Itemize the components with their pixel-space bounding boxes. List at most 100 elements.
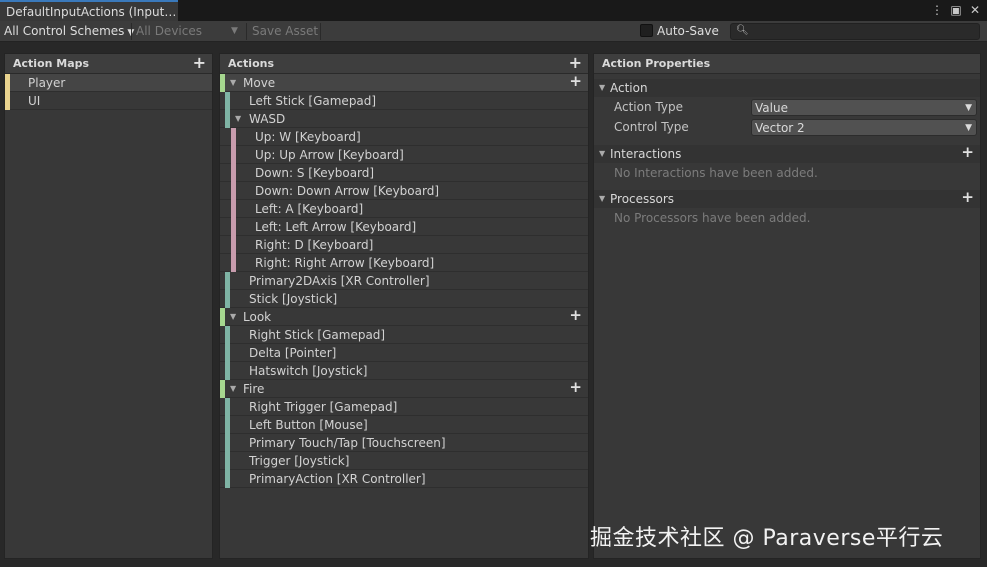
expand-triangle-icon[interactable]: ▼ [599, 190, 605, 208]
action-section-header[interactable]: ▼ Action [594, 79, 980, 97]
part-label: Up: W [Keyboard] [255, 130, 361, 144]
window-tab[interactable]: DefaultInputActions (Input… [0, 0, 178, 21]
action-maps-header: Action Maps + [5, 53, 212, 74]
devices-dropdown[interactable]: All Devices ▼ [136, 21, 238, 42]
composite-part-row[interactable]: Right: Right Arrow [Keyboard] [220, 254, 588, 272]
binding-row[interactable]: Stick [Joystick] [220, 290, 588, 308]
auto-save-checkbox[interactable] [640, 24, 653, 37]
binding-marker [225, 416, 230, 434]
action-row-fire[interactable]: ▼ Fire + [220, 378, 588, 398]
binding-marker [225, 272, 230, 290]
composite-part-row[interactable]: Down: S [Keyboard] [220, 164, 588, 182]
binding-row[interactable]: Hatswitch [Joystick] [220, 362, 588, 380]
action-map-marker [5, 92, 10, 110]
action-maps-title: Action Maps [13, 57, 90, 70]
add-action-map-icon[interactable]: + [193, 53, 206, 73]
control-type-label: Control Type [614, 120, 689, 134]
part-label: Down: Down Arrow [Keyboard] [255, 184, 440, 198]
more-vert-icon[interactable]: ⋮ [931, 3, 943, 17]
chevron-down-icon: ▼ [231, 26, 238, 36]
part-marker [231, 200, 236, 218]
binding-row[interactable]: Left Button [Mouse] [220, 416, 588, 434]
binding-label: Stick [Joystick] [249, 292, 338, 306]
add-action-icon[interactable]: + [569, 53, 582, 73]
binding-marker [225, 434, 230, 452]
part-label: Down: S [Keyboard] [255, 166, 375, 180]
part-label: Up: Up Arrow [Keyboard] [255, 148, 404, 162]
part-marker [231, 146, 236, 164]
chevron-down-icon: ▼ [965, 103, 972, 113]
action-map-label: UI [28, 94, 41, 108]
composite-part-row[interactable]: Left: Left Arrow [Keyboard] [220, 218, 588, 236]
add-interaction-icon[interactable]: + [961, 143, 974, 161]
part-marker [231, 218, 236, 236]
action-marker [220, 308, 225, 326]
control-type-dropdown[interactable]: Vector 2 ▼ [751, 119, 977, 136]
binding-marker [225, 470, 230, 488]
expand-triangle-icon[interactable]: ▼ [230, 308, 236, 326]
expand-triangle-icon[interactable]: ▼ [599, 79, 605, 97]
interactions-section-header[interactable]: ▼ Interactions + [594, 143, 980, 163]
expand-triangle-icon[interactable]: ▼ [599, 145, 605, 163]
maximize-icon[interactable]: ▣ [950, 3, 962, 17]
binding-row[interactable]: Trigger [Joystick] [220, 452, 588, 470]
part-label: Left: A [Keyboard] [255, 202, 364, 216]
processors-section-header[interactable]: ▼ Processors + [594, 188, 980, 208]
composite-row[interactable]: ▼ WASD [220, 110, 588, 128]
binding-label: Primary Touch/Tap [Touchscreen] [249, 436, 446, 450]
binding-marker [225, 398, 230, 416]
action-row-look[interactable]: ▼ Look + [220, 306, 588, 326]
expand-triangle-icon[interactable]: ▼ [230, 74, 236, 92]
chevron-down-icon: ▼ [965, 123, 972, 133]
control-schemes-dropdown[interactable]: All Control Schemes▼ [0, 21, 134, 42]
action-section-title: Action [610, 81, 648, 95]
expand-triangle-icon[interactable]: ▼ [230, 380, 236, 398]
add-binding-icon[interactable]: + [569, 306, 582, 324]
toolbar-divider [246, 23, 247, 40]
watermark-text: 掘金技术社区 @ Paraverse平行云 [590, 526, 944, 551]
composite-part-row[interactable]: Right: D [Keyboard] [220, 236, 588, 254]
search-input[interactable]: 🔍︎ [730, 23, 980, 40]
window-controls: ⋮ ▣ ✕ [931, 3, 981, 17]
interactions-section-title: Interactions [610, 147, 682, 161]
composite-part-row[interactable]: Left: A [Keyboard] [220, 200, 588, 218]
binding-row[interactable]: Left Stick [Gamepad] [220, 92, 588, 110]
control-schemes-label: All Control Schemes [4, 24, 125, 38]
tab-bar: DefaultInputActions (Input… ⋮ ▣ ✕ [0, 0, 987, 21]
add-binding-icon[interactable]: + [569, 72, 582, 90]
action-type-dropdown[interactable]: Value ▼ [751, 99, 977, 116]
action-map-label: Player [28, 76, 66, 90]
binding-marker [225, 452, 230, 470]
binding-row[interactable]: Right Stick [Gamepad] [220, 326, 588, 344]
binding-marker [225, 326, 230, 344]
binding-row[interactable]: Right Trigger [Gamepad] [220, 398, 588, 416]
composite-part-row[interactable]: Up: W [Keyboard] [220, 128, 588, 146]
add-processor-icon[interactable]: + [961, 188, 974, 206]
composite-part-row[interactable]: Up: Up Arrow [Keyboard] [220, 146, 588, 164]
binding-row[interactable]: Primary Touch/Tap [Touchscreen] [220, 434, 588, 452]
add-binding-icon[interactable]: + [569, 378, 582, 396]
binding-row[interactable]: Delta [Pointer] [220, 344, 588, 362]
action-map-marker [5, 74, 10, 92]
auto-save-label: Auto-Save [657, 24, 719, 38]
binding-row[interactable]: PrimaryAction [XR Controller] [220, 470, 588, 488]
save-asset-button[interactable]: Save Asset [252, 21, 318, 42]
close-icon[interactable]: ✕ [969, 3, 981, 17]
binding-marker [225, 290, 230, 308]
actions-header: Actions + [220, 53, 588, 74]
expand-triangle-icon[interactable]: ▼ [235, 110, 241, 128]
processors-empty-note: No Processors have been added. [614, 211, 811, 225]
processors-section-title: Processors [610, 192, 675, 206]
part-label: Right: D [Keyboard] [255, 238, 374, 252]
composite-part-row[interactable]: Down: Down Arrow [Keyboard] [220, 182, 588, 200]
binding-row[interactable]: Primary2DAxis [XR Controller] [220, 272, 588, 290]
action-properties-title: Action Properties [602, 57, 711, 70]
action-map-item[interactable]: Player [5, 74, 212, 92]
part-marker [231, 128, 236, 146]
part-marker [231, 254, 236, 272]
action-map-item[interactable]: UI [5, 92, 212, 110]
action-row-move[interactable]: ▼ Move + [220, 72, 588, 92]
search-icon: 🔍︎ [736, 25, 749, 36]
binding-marker [225, 344, 230, 362]
binding-marker [225, 362, 230, 380]
